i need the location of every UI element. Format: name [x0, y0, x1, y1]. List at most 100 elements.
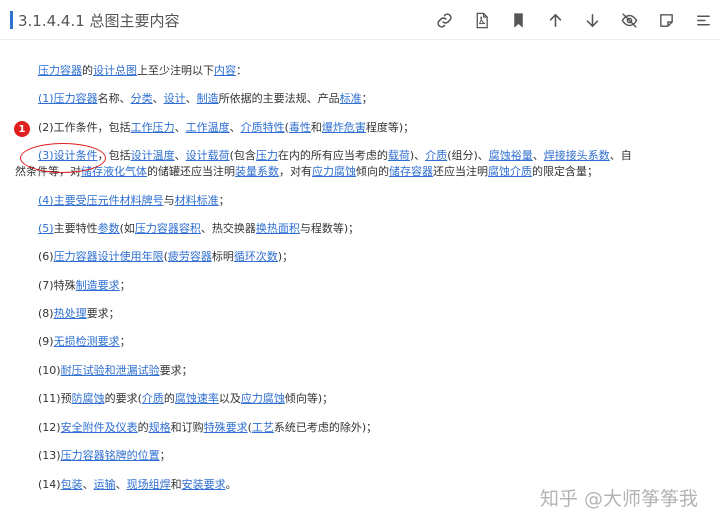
- term-link[interactable]: 制造要求: [76, 279, 120, 292]
- term-link[interactable]: 安装要求: [182, 478, 226, 491]
- text-segment: 和订购: [170, 421, 204, 434]
- term-link[interactable]: 内容: [214, 64, 236, 77]
- text-segment: 的限定含量；: [532, 165, 598, 178]
- bookmark-icon[interactable]: [507, 9, 529, 31]
- term-link[interactable]: 疲劳容器: [168, 250, 212, 263]
- term-link[interactable]: 运输: [94, 478, 116, 491]
- text-segment: 的储罐还应当注明: [147, 165, 235, 178]
- term-link[interactable]: 毒性: [289, 121, 311, 134]
- term-link[interactable]: 应力腐蚀: [312, 165, 356, 178]
- text-segment: 名称、: [97, 92, 131, 105]
- text-segment: 上至少注明以下: [137, 64, 214, 77]
- term-link[interactable]: 安全附件及仪表: [61, 421, 138, 434]
- content-line-4: (4)主要受压元件材料牌号与材料标准；: [38, 193, 230, 208]
- term-link[interactable]: 载荷: [388, 149, 410, 162]
- term-link[interactable]: 压力容器铭牌的位置: [61, 449, 160, 462]
- term-link[interactable]: (1): [38, 92, 54, 105]
- term-link[interactable]: 现场组焊: [127, 478, 171, 491]
- term-link[interactable]: 应力腐蚀: [241, 392, 285, 405]
- term-link[interactable]: 耐压试验和泄漏试验: [61, 364, 160, 377]
- content-line-intro: 压力容器的设计总图上至少注明以下内容：: [38, 63, 247, 78]
- more-icon[interactable]: [692, 9, 714, 31]
- term-link[interactable]: 工艺: [252, 421, 274, 434]
- term-link[interactable]: 材料标准: [175, 194, 219, 207]
- term-link[interactable]: 循环次数: [234, 250, 278, 263]
- text-segment: )、: [409, 149, 426, 162]
- text-segment: 、: [152, 92, 164, 105]
- term-link[interactable]: 设计温度: [131, 149, 175, 162]
- text-segment: (包含: [229, 149, 256, 162]
- term-link[interactable]: 压力: [256, 149, 278, 162]
- text-segment: (8): [38, 307, 54, 320]
- toolbar: [418, 9, 714, 31]
- term-link[interactable]: 分类: [131, 92, 153, 105]
- text-segment: ；: [159, 449, 171, 462]
- text-segment: 的: [163, 392, 175, 405]
- term-link[interactable]: 工作温度: [186, 121, 230, 134]
- term-link[interactable]: 无损检测要求: [54, 335, 120, 348]
- content-line-3: (3)设计条件，包括设计温度、设计载荷(包含压力在内的所有应当考虑的载荷)、介质…: [38, 148, 632, 163]
- text-segment: (13): [38, 449, 61, 462]
- content-line-12: (12)安全附件及仪表的规格和订购特殊要求(工艺系统已考虑的除外)；: [38, 420, 377, 435]
- term-link[interactable]: (5): [38, 222, 54, 235]
- term-link[interactable]: 介质: [142, 392, 164, 405]
- term-link[interactable]: 腐蚀裕量: [489, 149, 533, 162]
- text-segment: 、: [115, 478, 127, 491]
- term-link[interactable]: 装量系数: [235, 165, 279, 178]
- term-link[interactable]: 换热面积: [256, 222, 300, 235]
- term-link[interactable]: 腐蚀速率: [175, 392, 219, 405]
- term-link[interactable]: 压力容器设计使用年限: [54, 250, 164, 263]
- text-segment: 。: [225, 478, 237, 491]
- text-segment: 、热交换器: [200, 222, 256, 235]
- term-link[interactable]: 压力容器: [38, 64, 82, 77]
- term-link[interactable]: 储存容器: [389, 165, 433, 178]
- term-link[interactable]: (4): [38, 194, 54, 207]
- term-link[interactable]: 制造: [197, 92, 219, 105]
- term-link[interactable]: 包装: [61, 478, 83, 491]
- term-link[interactable]: 介质: [425, 149, 447, 162]
- term-link[interactable]: 防腐蚀: [72, 392, 105, 405]
- term-link[interactable]: 标准: [340, 92, 362, 105]
- text-segment: 、: [174, 149, 186, 162]
- text-segment: 要求；: [86, 307, 120, 320]
- term-link[interactable]: 焊接接头系数: [544, 149, 610, 162]
- text-segment: 所依据的主要法规、产品: [218, 92, 340, 105]
- header: 3.1.4.4.1 总图主要内容: [0, 0, 720, 40]
- note-icon[interactable]: [655, 9, 677, 31]
- hide-icon[interactable]: [618, 9, 640, 31]
- content-line-2: (2)工作条件，包括工作压力、工作温度、介质特性(毒性和爆炸危害程度等)；: [38, 120, 414, 135]
- term-link[interactable]: 介质特性: [241, 121, 285, 134]
- term-link[interactable]: 爆炸危害: [322, 121, 366, 134]
- term-link[interactable]: 特殊要求: [204, 421, 248, 434]
- text-segment: (组分)、: [447, 149, 489, 162]
- term-link[interactable]: 热处理: [54, 307, 87, 320]
- arrow-up-icon[interactable]: [544, 9, 566, 31]
- text-segment: (6): [38, 250, 54, 263]
- term-link[interactable]: 压力容器容积: [135, 222, 201, 235]
- arrow-down-icon[interactable]: [581, 9, 603, 31]
- term-link[interactable]: 压力容器: [54, 92, 98, 105]
- term-link[interactable]: 规格: [149, 421, 171, 434]
- text-segment: 系统已考虑的除外)；: [273, 421, 378, 434]
- term-link[interactable]: 参数: [98, 222, 120, 235]
- text-segment: ；: [361, 92, 373, 105]
- content-line-13: (13)压力容器铭牌的位置；: [38, 448, 171, 463]
- text-segment: (11)预: [38, 392, 72, 405]
- term-link[interactable]: 工作压力: [131, 121, 175, 134]
- text-segment: 和: [170, 478, 182, 491]
- term-link[interactable]: 主要受压元件材料牌号: [54, 194, 164, 207]
- content-line-11: (11)预防腐蚀的要求(介质的腐蚀速率以及应力腐蚀倾向等)；: [38, 391, 333, 406]
- term-link[interactable]: 设计: [164, 92, 186, 105]
- text-segment: 程度等)；: [365, 121, 415, 134]
- text-segment: 的要求(: [104, 392, 142, 405]
- text-segment: (如: [119, 222, 135, 235]
- term-link[interactable]: 设计载荷: [186, 149, 230, 162]
- term-link[interactable]: 设计总图: [93, 64, 137, 77]
- term-link[interactable]: 腐蚀介质: [488, 165, 532, 178]
- watermark: 知乎 @大师筝筝我: [540, 488, 699, 510]
- title-accent-bar: [10, 11, 13, 29]
- pdf-icon[interactable]: [470, 9, 492, 31]
- link-icon[interactable]: [433, 9, 455, 31]
- annotation-marker: 1: [14, 121, 30, 137]
- text-segment: ：: [236, 64, 247, 77]
